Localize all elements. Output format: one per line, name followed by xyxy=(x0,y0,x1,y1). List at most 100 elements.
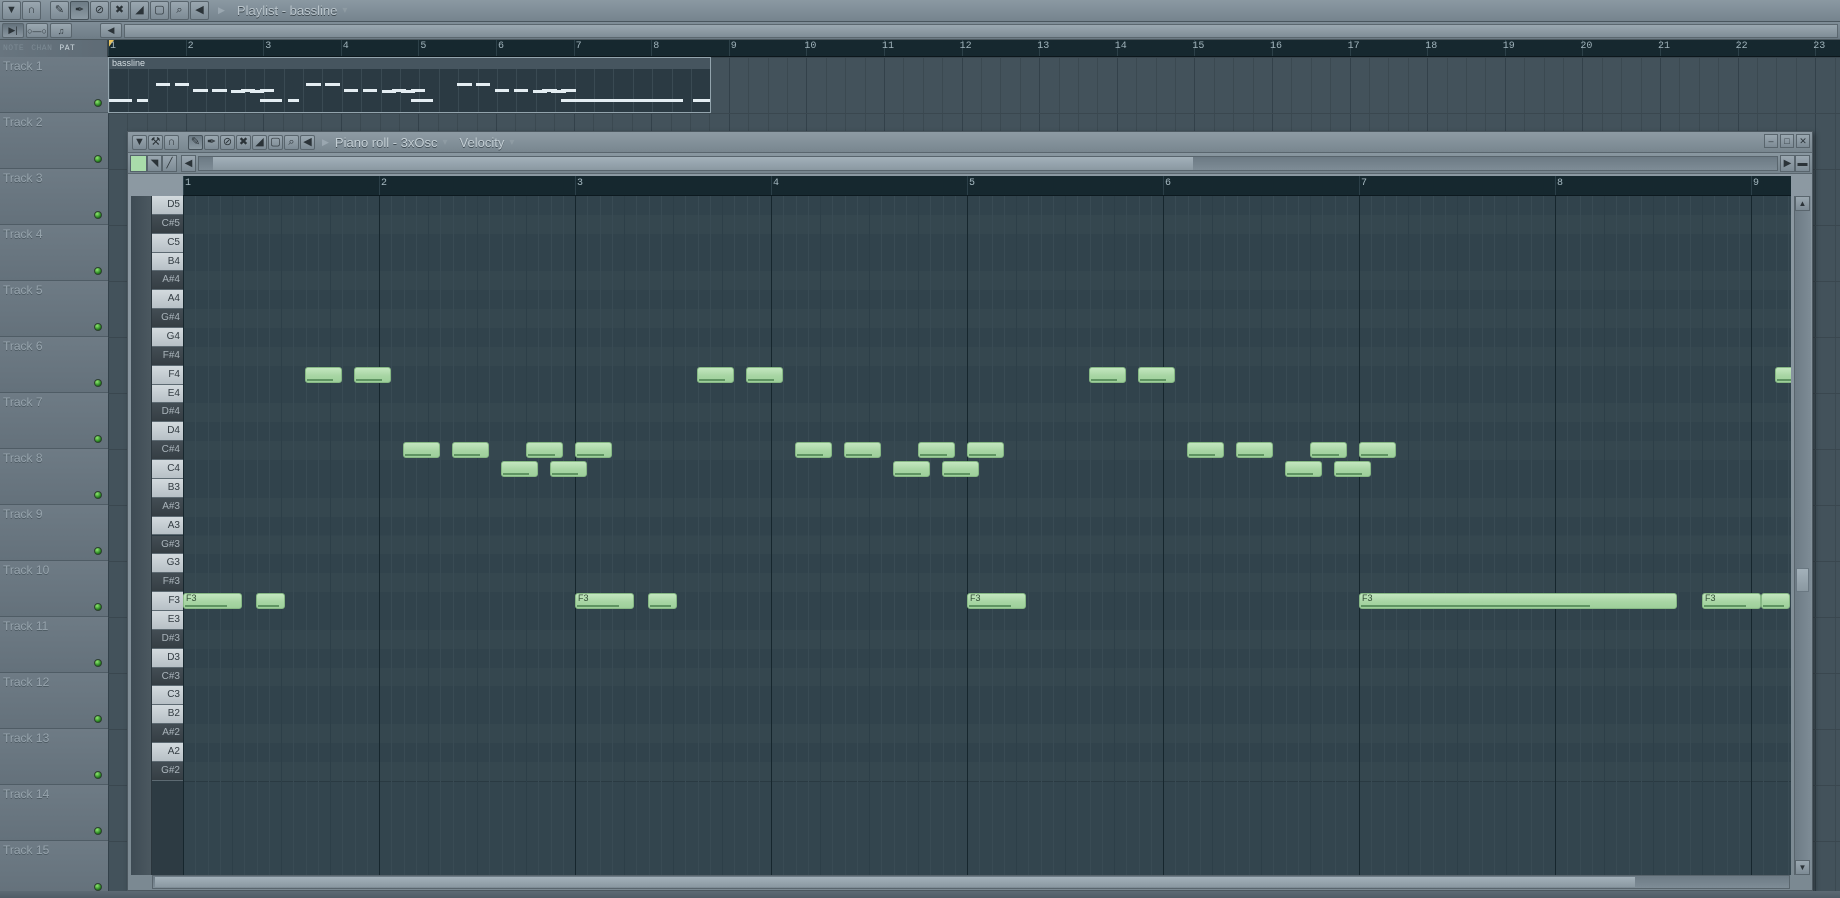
playlist-horizontal-scrollbar[interactable] xyxy=(124,24,1838,38)
mute-icon[interactable]: ✖ xyxy=(236,135,251,150)
piano-roll-ruler[interactable]: 123456789 xyxy=(183,176,1791,196)
piano-roll-keyboard[interactable]: D5C#5C5B4A#4A4G#4G4F#4F4E4D#4D4C#4C4B3A#… xyxy=(152,196,183,875)
track-enable-led-icon[interactable] xyxy=(94,771,102,779)
piano-roll-note[interactable] xyxy=(403,442,440,458)
piano-roll-note[interactable] xyxy=(942,461,979,477)
piano-key-B4[interactable]: B4 xyxy=(152,253,183,272)
piano-roll-note[interactable] xyxy=(967,442,1004,458)
track-enable-led-icon[interactable] xyxy=(94,715,102,723)
piano-roll-note[interactable] xyxy=(893,461,930,477)
track-enable-led-icon[interactable] xyxy=(94,99,102,107)
note-grid-row[interactable] xyxy=(183,366,1791,385)
piano-key-C3[interactable]: C3 xyxy=(152,686,183,705)
piano-key-D4[interactable]: D4 xyxy=(152,422,183,441)
property-caret-icon[interactable]: ▾ xyxy=(509,137,514,148)
note-grid-row[interactable] xyxy=(183,762,1791,781)
track-enable-led-icon[interactable] xyxy=(94,379,102,387)
piano-roll-menu-icon[interactable]: ▼ xyxy=(132,135,147,150)
piano-key-C5[interactable]: C5 xyxy=(152,234,183,253)
playlist-mode-buttons[interactable]: ▶|○―○♫ xyxy=(2,23,74,38)
note-grid-row[interactable] xyxy=(183,705,1791,724)
track-enable-led-icon[interactable] xyxy=(94,491,102,499)
zoom-icon[interactable]: ⌕ xyxy=(170,1,189,20)
select-marquee-icon[interactable]: ▢ xyxy=(150,1,169,20)
minimize-button[interactable]: – xyxy=(1764,134,1778,148)
piano-key-Fsharp3[interactable]: F#3 xyxy=(152,573,183,592)
piano-roll-note[interactable] xyxy=(1310,442,1347,458)
pattern-clip-bassline[interactable]: bassline xyxy=(108,57,711,113)
piano-roll-note[interactable] xyxy=(1285,461,1322,477)
piano-roll-expand-icon[interactable]: ▶ xyxy=(322,137,329,148)
note-slide-icon[interactable]: ╱ xyxy=(162,155,177,172)
piano-roll-note[interactable] xyxy=(501,461,538,477)
piano-key-D5[interactable]: D5 xyxy=(152,196,183,215)
piano-roll-note[interactable] xyxy=(795,442,832,458)
track-enable-led-icon[interactable] xyxy=(94,155,102,163)
magnet-snap-icon[interactable]: ∩ xyxy=(164,135,179,150)
track-enable-led-icon[interactable] xyxy=(94,211,102,219)
note-grid-row[interactable] xyxy=(183,290,1791,309)
piano-roll-note[interactable] xyxy=(1187,442,1224,458)
note-grid-row[interactable] xyxy=(183,271,1791,290)
piano-roll-note[interactable] xyxy=(354,367,391,383)
window-title-caret-icon[interactable]: ▾ xyxy=(342,5,347,16)
note-grid-row[interactable] xyxy=(183,215,1791,234)
piano-key-Csharp5[interactable]: C#5 xyxy=(152,215,183,234)
piano-roll-toolbar-row2[interactable]: ◥ ╱ ◀ ▶ ▬ xyxy=(128,153,1812,174)
draw-pencil-icon[interactable]: ✎ xyxy=(188,135,203,150)
playlist-track-row[interactable]: Track 1 xyxy=(0,57,108,113)
piano-key-C4[interactable]: C4 xyxy=(152,460,183,479)
piano-key-D3[interactable]: D3 xyxy=(152,649,183,668)
note-grid-row[interactable] xyxy=(183,460,1791,479)
scroll-up-button[interactable]: ▲ xyxy=(1795,196,1810,211)
piano-roll-note[interactable] xyxy=(1089,367,1126,383)
piano-roll-note[interactable] xyxy=(1761,593,1790,609)
piano-roll-note[interactable] xyxy=(1359,442,1396,458)
track-enable-led-icon[interactable] xyxy=(94,883,102,891)
playlist-track-row[interactable]: Track 11 xyxy=(0,617,108,673)
draw-pencil-icon[interactable]: ✎ xyxy=(50,1,69,20)
playback-speaker-icon[interactable]: ◀ xyxy=(300,135,315,150)
paint-brush-icon[interactable]: ✒ xyxy=(204,135,219,150)
note-grid-row[interactable] xyxy=(183,743,1791,762)
piano-roll-note[interactable] xyxy=(648,593,677,609)
note-grid-row[interactable] xyxy=(183,196,1791,215)
playlist-mode-pat[interactable]: PAT xyxy=(59,44,75,53)
note-grid-row[interactable] xyxy=(183,309,1791,328)
piano-roll-note[interactable]: F3 xyxy=(183,593,242,609)
track-enable-led-icon[interactable] xyxy=(94,659,102,667)
piano-key-Dsharp3[interactable]: D#3 xyxy=(152,630,183,649)
piano-key-Gsharp4[interactable]: G#4 xyxy=(152,309,183,328)
playlist-track-row[interactable]: Track 4 xyxy=(0,225,108,281)
playlist-track-row[interactable]: Track 2 xyxy=(0,113,108,169)
playlist-expand-icon[interactable]: ▶ xyxy=(218,5,225,16)
note-grid-row[interactable] xyxy=(183,630,1791,649)
piano-key-G4[interactable]: G4 xyxy=(152,328,183,347)
note-grid-row[interactable] xyxy=(183,385,1791,404)
note-grid-row[interactable] xyxy=(183,724,1791,743)
note-grid-row[interactable] xyxy=(183,422,1791,441)
piano-roll-title-caret-icon[interactable]: ▾ xyxy=(443,137,448,148)
piano-roll-note[interactable]: F3 xyxy=(575,593,634,609)
piano-roll-note[interactable] xyxy=(1334,461,1371,477)
playlist-track-row[interactable]: Track 13 xyxy=(0,729,108,785)
piano-roll-titlebar[interactable]: ▼ ⚒ ∩ ✎✒⊘✖◢▢⌕◀ ▶ Piano roll - 3xOsc ▾ Ve… xyxy=(128,132,1812,153)
playlist-mode-note[interactable]: NOTE xyxy=(3,44,24,53)
piano-key-F3[interactable]: F3 xyxy=(152,592,183,611)
track-enable-led-icon[interactable] xyxy=(94,547,102,555)
piano-roll-note[interactable]: F3 xyxy=(1702,593,1761,609)
piano-key-Csharp4[interactable]: C#4 xyxy=(152,441,183,460)
piano-roll-note[interactable]: F3 xyxy=(967,593,1026,609)
piano-key-E4[interactable]: E4 xyxy=(152,385,183,404)
playlist-track-row[interactable]: Track 9 xyxy=(0,505,108,561)
playlist-track-row[interactable]: Track 15 xyxy=(0,841,108,897)
piano-key-Asharp3[interactable]: A#3 xyxy=(152,498,183,517)
piano-roll-note[interactable] xyxy=(844,442,881,458)
maximize-button[interactable]: □ xyxy=(1780,134,1794,148)
scroll-down-button[interactable]: ▼ xyxy=(1795,860,1810,875)
piano-roll-scroll-left-button[interactable]: ◀ xyxy=(181,155,196,172)
piano-key-Gsharp3[interactable]: G#3 xyxy=(152,536,183,555)
pattern-clip-mode-button[interactable]: ▶| xyxy=(2,23,24,38)
piano-key-E3[interactable]: E3 xyxy=(152,611,183,630)
piano-roll-note[interactable] xyxy=(1775,367,1791,383)
